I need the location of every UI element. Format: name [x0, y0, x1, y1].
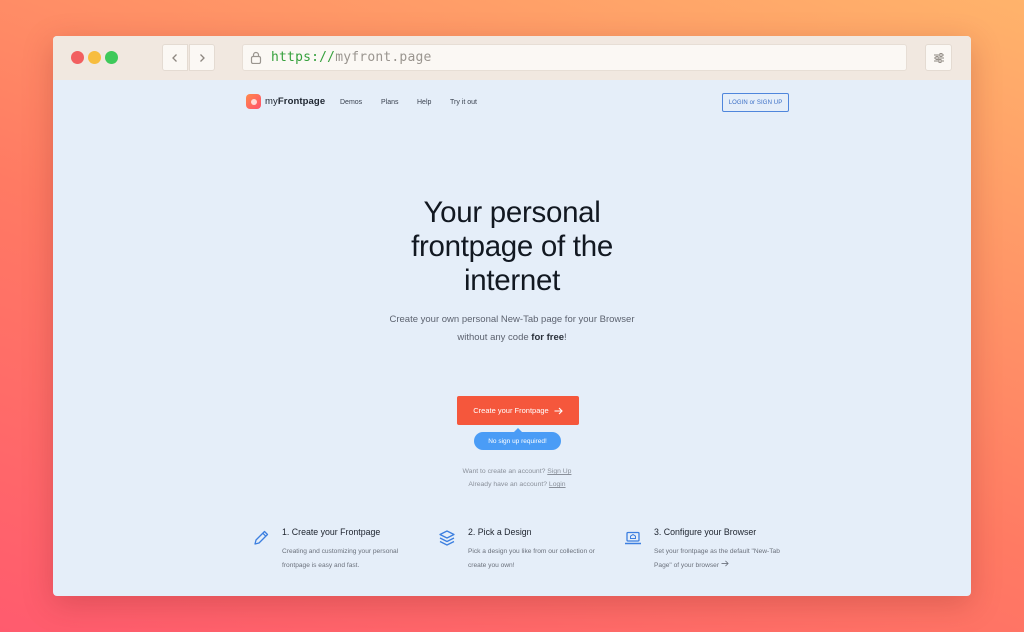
- signup-prompt: Want to create an account? Sign Up: [412, 468, 622, 475]
- hero-subtitle-line1: Create your own personal New-Tab page fo…: [389, 314, 635, 325]
- logo-text-prefix: my: [265, 96, 278, 107]
- nav-help[interactable]: Help: [417, 99, 431, 106]
- nav-try-it-out[interactable]: Try it out: [450, 99, 477, 106]
- browser-toolbar: https://myfront.page: [53, 36, 971, 80]
- no-signup-badge: No sign up required!: [474, 428, 561, 450]
- logo-text: myFrontpage: [265, 96, 325, 107]
- hero-subtitle-line2: without any code for free!: [362, 329, 662, 347]
- hero-subtitle: Create your own personal New-Tab page fo…: [362, 311, 662, 347]
- page-title: Your personal frontpage of the internet: [411, 196, 613, 297]
- back-button[interactable]: [162, 44, 188, 71]
- layers-icon: [439, 530, 455, 546]
- chevron-left-icon: [172, 53, 177, 62]
- subtitle-text: without any code: [457, 332, 532, 343]
- nav-demos[interactable]: Demos: [340, 99, 362, 106]
- forward-button[interactable]: [189, 44, 215, 71]
- feature-desc: Pick a design you like from our collecti…: [468, 548, 595, 569]
- arrow-right-icon: [554, 407, 563, 414]
- feature-title: 2. Pick a Design: [468, 527, 532, 537]
- url-protocol: https://: [271, 50, 336, 65]
- site-logo[interactable]: myFrontpage: [246, 94, 325, 109]
- close-window-button[interactable]: [71, 51, 84, 64]
- feature-title: 3. Configure your Browser: [654, 527, 757, 537]
- web-page: myFrontpage Demos Plans Help Try it out …: [53, 80, 971, 596]
- arrow-right-icon[interactable]: [721, 560, 729, 567]
- lock-icon: [249, 51, 263, 65]
- feature-desc: Set your frontpage as the default "New-T…: [654, 545, 794, 573]
- browser-settings-button[interactable]: [925, 44, 952, 71]
- chevron-right-icon: [200, 53, 205, 62]
- subtitle-end: !: [564, 332, 567, 343]
- feature-title: 1. Create your Frontpage: [282, 527, 381, 537]
- maximize-window-button[interactable]: [105, 51, 118, 64]
- logo-mark-icon: [246, 94, 261, 109]
- login-prompt-text: Already have an account?: [468, 481, 548, 488]
- laptop-icon: [625, 531, 641, 545]
- sliders-icon: [933, 52, 944, 63]
- feature-desc-text: Set your frontpage as the default "New-T…: [654, 548, 780, 569]
- login-link[interactable]: Login: [549, 481, 566, 488]
- url-host: myfront.page: [335, 50, 432, 65]
- login-prompt: Already have an account? Login: [412, 481, 622, 488]
- pencil-icon: [254, 530, 269, 545]
- browser-window: https://myfront.page myFrontpage Demos P…: [53, 36, 971, 596]
- feature-desc: Creating and customizing your personal f…: [282, 548, 399, 569]
- create-frontpage-label: Create your Frontpage: [473, 406, 549, 415]
- address-bar[interactable]: https://myfront.page: [242, 44, 907, 71]
- create-frontpage-button[interactable]: Create your Frontpage: [457, 396, 579, 425]
- login-signup-button[interactable]: LOGIN or SIGN UP: [722, 93, 789, 112]
- signup-prompt-text: Want to create an account?: [462, 468, 546, 475]
- logo-text-bold: Frontpage: [277, 96, 326, 107]
- url-text: https://myfront.page: [271, 50, 432, 65]
- signup-link[interactable]: Sign Up: [547, 468, 571, 475]
- minimize-window-button[interactable]: [88, 51, 101, 64]
- nav-plans[interactable]: Plans: [381, 99, 399, 106]
- subtitle-emphasis: for free: [531, 332, 565, 343]
